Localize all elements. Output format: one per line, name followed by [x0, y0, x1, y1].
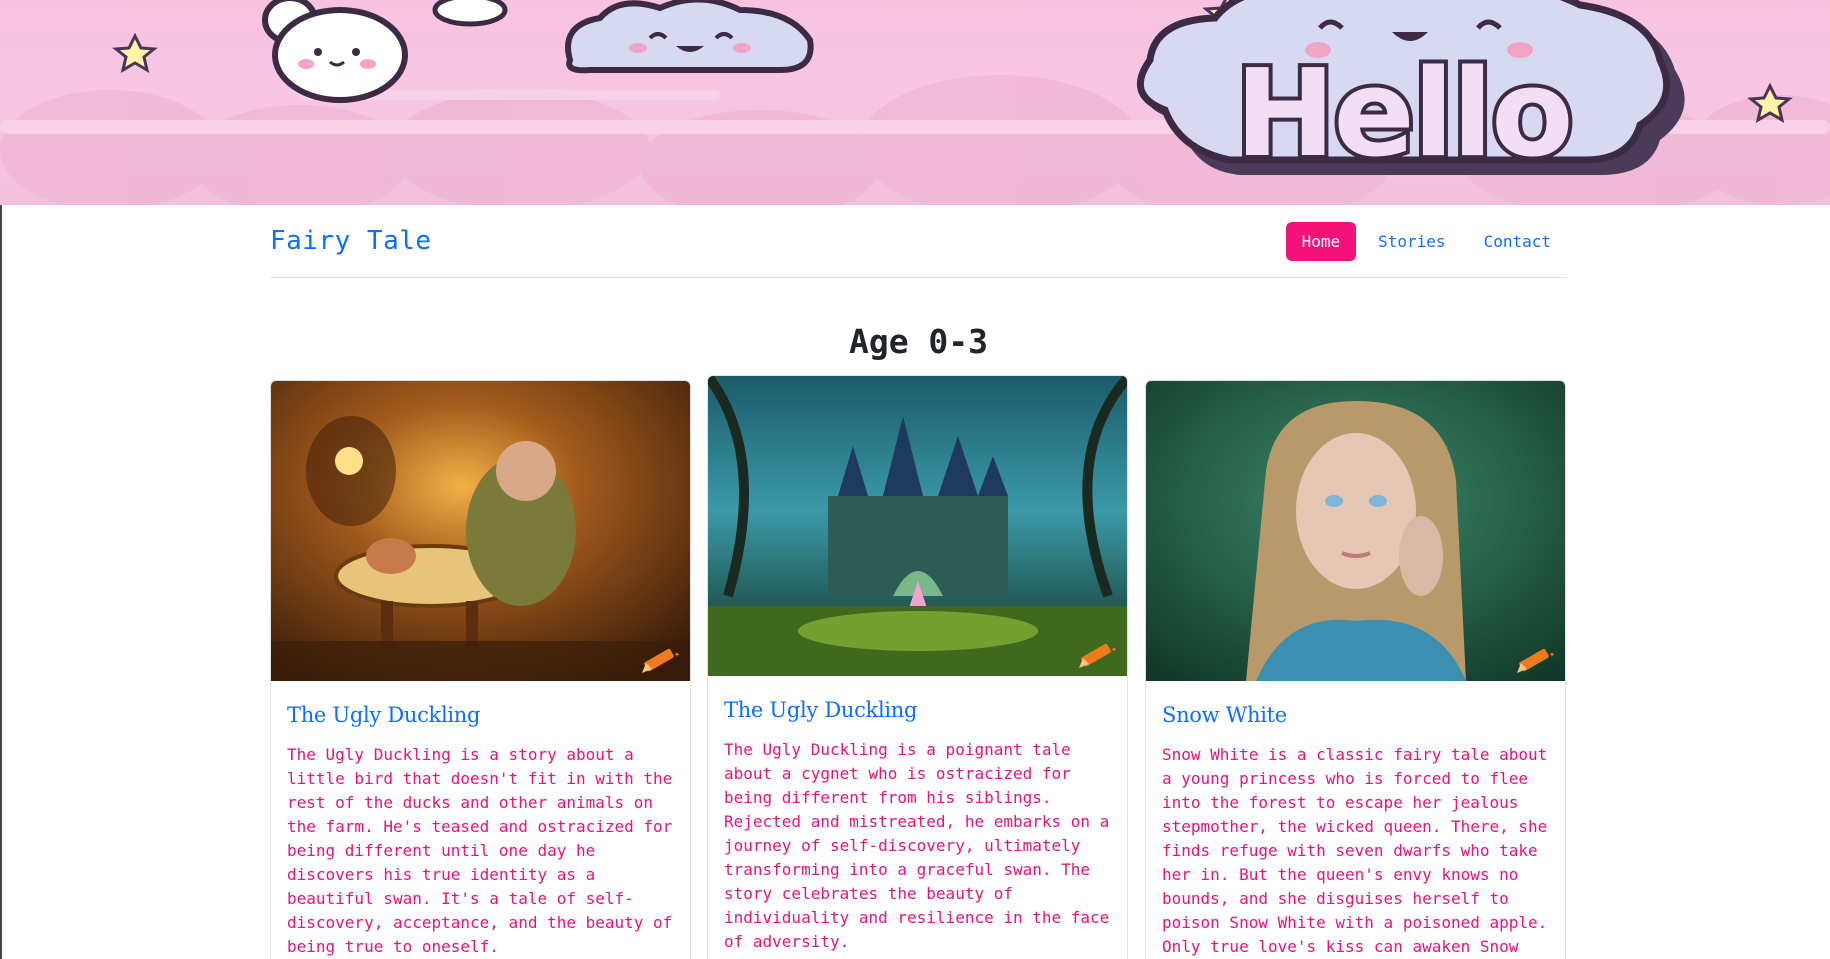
- nav-stories-link[interactable]: Stories: [1362, 222, 1461, 261]
- nav-contact-link[interactable]: Contact: [1468, 222, 1567, 261]
- card-body: The Ugly Duckling The Ugly Duckling is a…: [271, 681, 690, 959]
- card-body: The Ugly Duckling The Ugly Duckling is a…: [708, 676, 1127, 959]
- window-edge: [0, 205, 2, 959]
- story-image[interactable]: ✦: [708, 376, 1127, 676]
- svg-text:✦: ✦: [1111, 644, 1117, 655]
- pencil-icon: ✦: [1517, 648, 1555, 673]
- story-image[interactable]: ✦: [1146, 381, 1565, 681]
- svg-text:✦: ✦: [674, 649, 680, 660]
- hello-cloud-icon: Hello: [1137, 0, 1685, 188]
- pencil-icon: ✦: [1079, 643, 1117, 668]
- pencil-icon: ✦: [642, 648, 680, 673]
- nav-home-link[interactable]: Home: [1285, 221, 1357, 261]
- card-text: The Ugly Duckling is a story about a lit…: [287, 745, 673, 956]
- svg-text:✦: ✦: [1549, 649, 1555, 660]
- card-title[interactable]: The Ugly Duckling: [724, 698, 1111, 722]
- card-title[interactable]: Snow White: [1162, 703, 1549, 727]
- card-text: Snow White is a classic fairy tale about…: [1162, 745, 1548, 956]
- header-banner: Hello: [0, 0, 1830, 205]
- story-card[interactable]: ✦ The Ugly Duckling The Ugly Duckling is…: [270, 380, 691, 959]
- card-text: The Ugly Duckling is a poignant tale abo…: [724, 740, 1110, 951]
- cloud-face-icon: [565, 0, 814, 74]
- story-card[interactable]: ✦ The Ugly Duckling The Ugly Duckling is…: [707, 375, 1128, 959]
- story-card[interactable]: ✦ Snow White Snow White is a classic fai…: [1145, 380, 1566, 959]
- hello-text: Hello: [1235, 45, 1572, 184]
- story-image[interactable]: ✦: [271, 381, 690, 681]
- bunny-icon: [262, 0, 508, 103]
- navbar: Fairy Tale Home Stories Contact: [270, 205, 1567, 278]
- section-title: Age 0-3: [848, 322, 989, 361]
- card-title[interactable]: The Ugly Duckling: [287, 703, 674, 727]
- card-body: Snow White Snow White is a classic fairy…: [1146, 681, 1565, 959]
- banner-illustration: Hello: [0, 0, 1830, 205]
- nav-links: Home Stories Contact: [1285, 221, 1567, 261]
- brand-link[interactable]: Fairy Tale: [270, 226, 432, 256]
